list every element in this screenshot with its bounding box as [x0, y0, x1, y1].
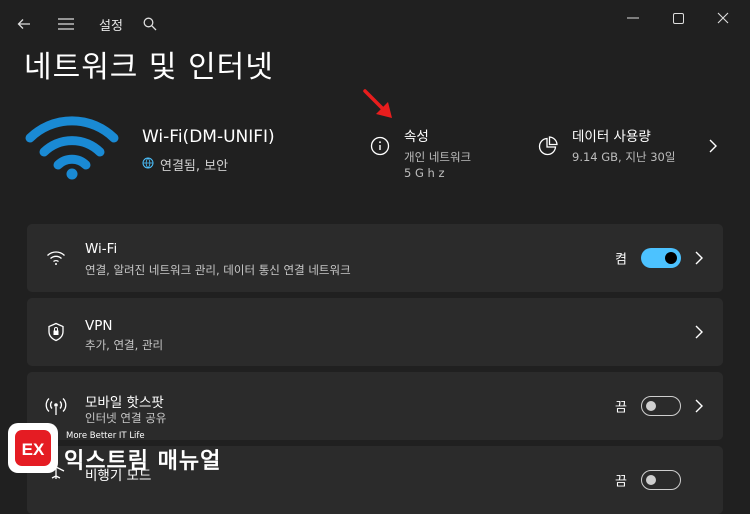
- wifi-network-name: Wi-Fi(DM-UNIFI): [142, 127, 275, 147]
- title-bar: 설정: [0, 0, 750, 46]
- minimize-button[interactable]: [612, 6, 654, 30]
- wifi-status: 연결됨, 보안: [142, 155, 228, 174]
- wifi-icon: [45, 247, 67, 269]
- close-button[interactable]: [702, 6, 744, 30]
- toggle-state-label: 끔: [615, 474, 627, 490]
- card-wifi[interactable]: Wi-Fi 연결, 알려진 네트워크 관리, 데이터 통신 연결 네트워크 켬: [27, 224, 723, 292]
- page-title: 네트워크 및 인터넷: [24, 50, 274, 85]
- properties-link[interactable]: 속성 개인 네트워크 5 G h z: [370, 122, 520, 184]
- data-usage-title: 데이터 사용량: [572, 129, 651, 145]
- properties-network-type: 개인 네트워크: [404, 150, 472, 164]
- pie-chart-icon: [538, 136, 558, 160]
- wifi-toggle[interactable]: [641, 248, 681, 268]
- watermark-logo: EX: [8, 423, 58, 473]
- card-title: 모바일 핫스팟: [85, 395, 164, 411]
- airplane-mode-toggle[interactable]: [641, 470, 681, 490]
- globe-icon: [142, 157, 154, 173]
- shield-icon: [45, 321, 67, 343]
- toggle-state-label: 끔: [615, 400, 627, 416]
- card-vpn[interactable]: VPN 추가, 연결, 관리: [27, 298, 723, 366]
- chevron-right-icon: [695, 399, 703, 413]
- window-title: 설정: [99, 19, 123, 34]
- back-arrow-icon[interactable]: [10, 10, 38, 38]
- chevron-right-icon: [709, 139, 717, 153]
- properties-title: 속성: [404, 129, 429, 145]
- site-watermark: EX More Better IT Life 익스트림 매뉴얼: [8, 421, 228, 477]
- mobile-hotspot-toggle[interactable]: [641, 396, 681, 416]
- svg-text:EX: EX: [22, 440, 45, 459]
- chevron-right-icon: [695, 251, 703, 265]
- properties-band: 5 G h z: [404, 166, 445, 180]
- data-usage-amount: 9.14 GB, 지난 30일: [572, 150, 676, 164]
- watermark-name: 익스트림 매뉴얼: [64, 449, 222, 474]
- card-title: VPN: [85, 318, 113, 334]
- data-usage-link[interactable]: 데이터 사용량 9.14 GB, 지난 30일: [538, 122, 728, 172]
- card-subtitle: 추가, 연결, 관리: [85, 338, 164, 352]
- watermark-tagline: More Better IT Life: [66, 431, 145, 441]
- hamburger-menu-icon[interactable]: [52, 10, 80, 38]
- info-icon: [370, 136, 390, 160]
- wifi-hero-icon: [24, 110, 120, 186]
- chevron-right-icon: [695, 325, 703, 339]
- card-title: Wi-Fi: [85, 241, 118, 257]
- wifi-status-text: 연결됨, 보안: [160, 159, 229, 174]
- card-subtitle: 연결, 알려진 네트워크 관리, 데이터 통신 연결 네트워크: [85, 263, 351, 277]
- toggle-state-label: 켬: [615, 252, 627, 268]
- maximize-button[interactable]: [657, 6, 699, 30]
- search-icon[interactable]: [136, 10, 164, 38]
- hotspot-icon: [45, 395, 67, 417]
